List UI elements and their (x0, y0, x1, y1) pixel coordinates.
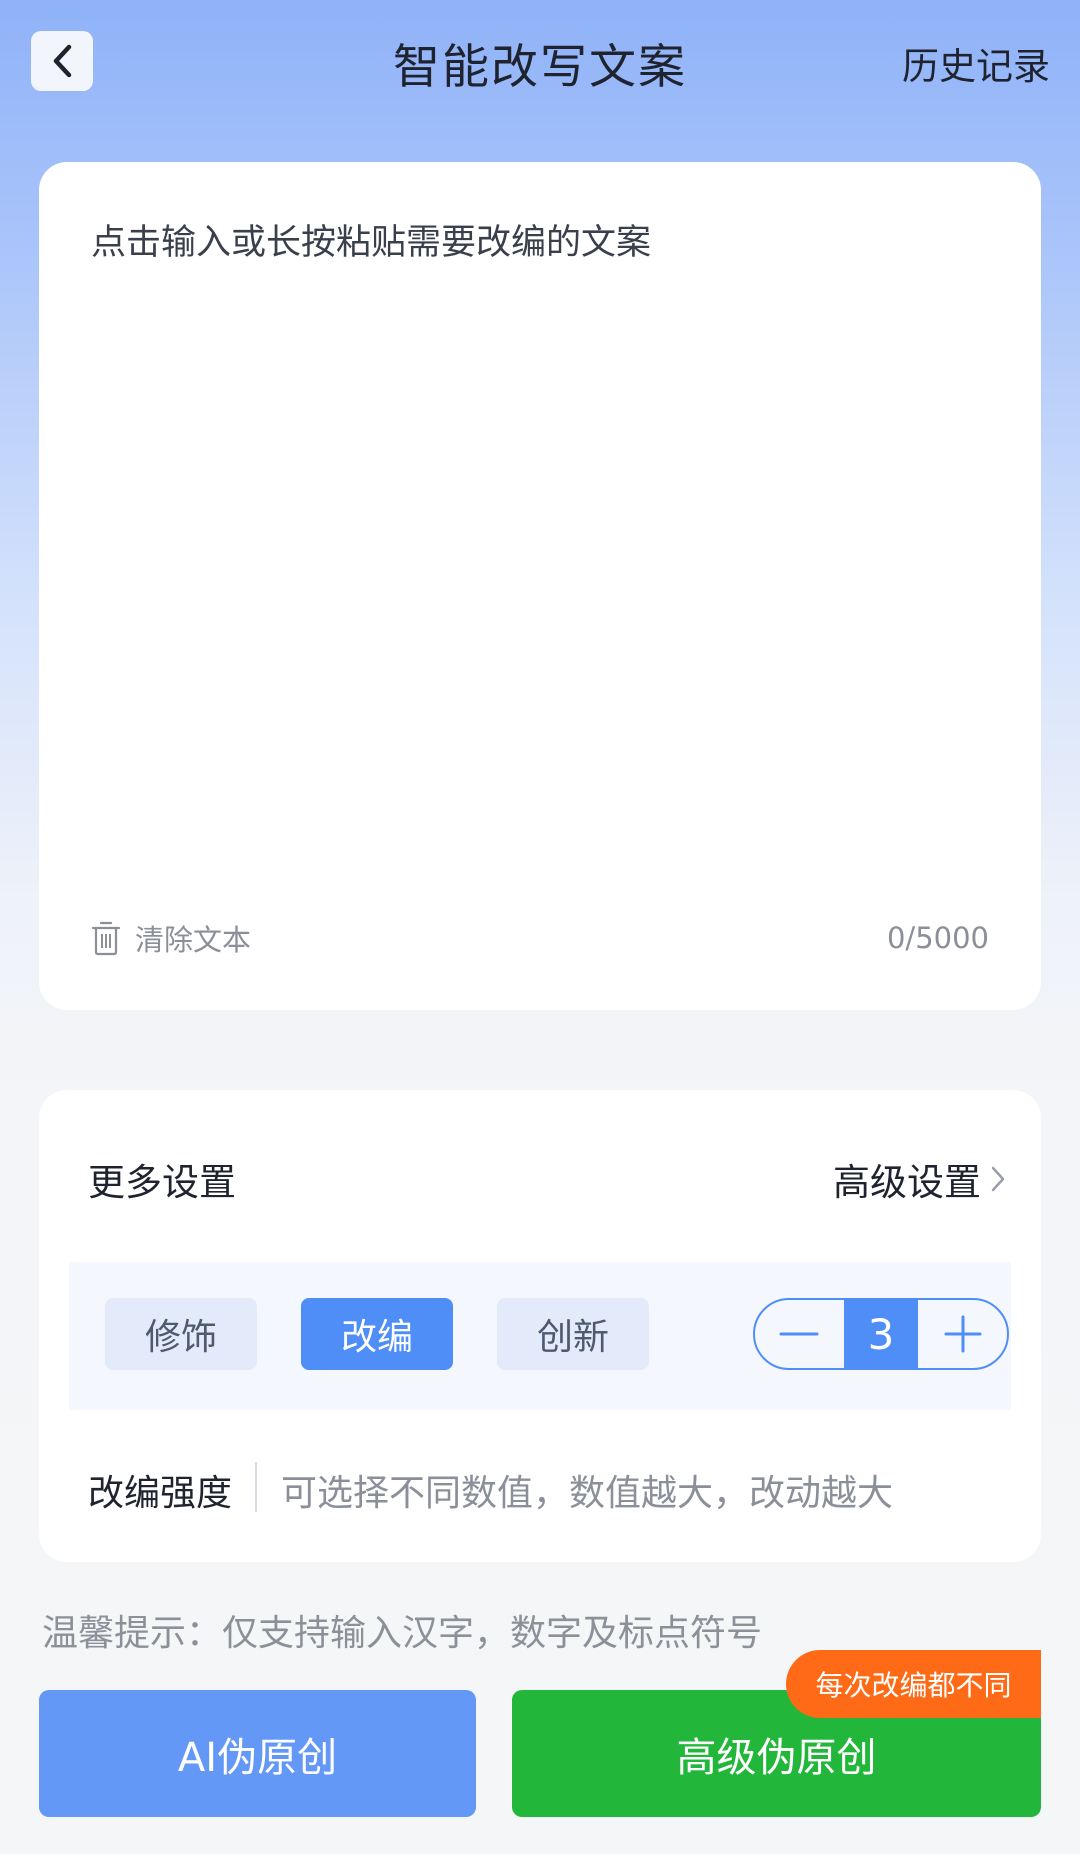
divider (255, 1462, 257, 1512)
header: 智能改写文案 历史记录 (0, 0, 1080, 130)
strength-label: 改编强度 (88, 1473, 233, 1514)
advanced-settings-label: 高级设置 (833, 1161, 981, 1204)
history-link[interactable]: 历史记录 (902, 36, 1050, 90)
plus-icon (944, 1315, 982, 1353)
advanced-settings-link[interactable]: 高级设置 (833, 1152, 1007, 1206)
tip-text: 温馨提示：仅支持输入汉字，数字及标点符号 (42, 1613, 763, 1654)
strength-stepper: 3 (753, 1298, 1009, 1370)
char-counter: 0/5000 (886, 921, 989, 955)
mode-selector: 修饰 改编 创新 3 (69, 1262, 1011, 1410)
ai-rewrite-button[interactable]: AI伪原创 (39, 1690, 476, 1817)
minus-icon (779, 1332, 819, 1336)
settings-title: 更多设置 (88, 1161, 236, 1204)
strength-hint: 可选择不同数值，数值越大，改动越大 (281, 1473, 894, 1514)
mode-rewrite-button[interactable]: 改编 (301, 1298, 453, 1370)
input-card: 清除文本 0/5000 (39, 162, 1041, 1010)
chevron-right-icon (991, 1166, 1005, 1192)
copy-input[interactable] (91, 214, 991, 834)
mode-innovate-button[interactable]: 创新 (497, 1298, 649, 1370)
settings-card: 更多设置 高级设置 修饰 改编 创新 3 改编强度 可选择不同数值，数值越大，改… (39, 1090, 1041, 1562)
clear-text-label: 清除文本 (135, 923, 252, 957)
mode-polish-button[interactable]: 修饰 (105, 1298, 257, 1370)
trash-icon (91, 921, 121, 956)
promo-badge: 每次改编都不同 (786, 1650, 1041, 1718)
stepper-value: 3 (843, 1300, 919, 1368)
increment-button[interactable] (918, 1300, 1007, 1368)
clear-text-button[interactable]: 清除文本 (91, 917, 251, 959)
decrement-button[interactable] (755, 1300, 844, 1368)
